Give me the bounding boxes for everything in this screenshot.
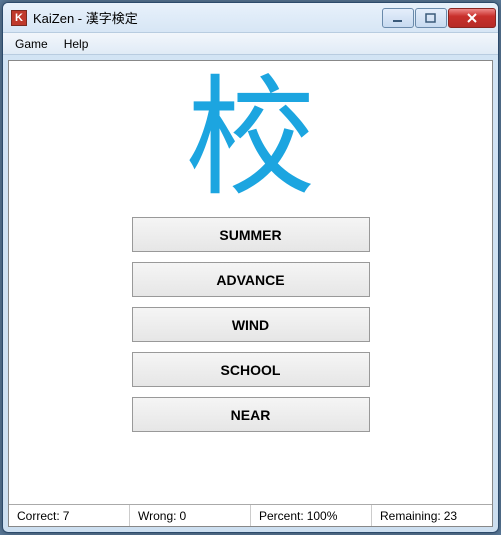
minimize-button[interactable]	[382, 8, 414, 28]
choice-button-1[interactable]: SUMMER	[132, 217, 370, 252]
window-controls	[382, 8, 496, 28]
choice-button-4[interactable]: SCHOOL	[132, 352, 370, 387]
window-title: KaiZen - 漢字検定	[33, 8, 382, 27]
status-bar: Correct: 7 Wrong: 0 Percent: 100% Remain…	[9, 504, 492, 526]
menu-help[interactable]: Help	[56, 33, 97, 54]
status-wrong-value: 0	[179, 509, 186, 523]
maximize-button[interactable]	[415, 8, 447, 28]
kanji-character: 校	[9, 73, 492, 203]
choice-button-3[interactable]: WIND	[132, 307, 370, 342]
status-correct: Correct: 7	[9, 505, 130, 526]
close-button[interactable]	[448, 8, 496, 28]
status-remaining: Remaining: 23	[372, 505, 492, 526]
app-icon: K	[11, 10, 27, 26]
answer-choices: SUMMER ADVANCE WIND SCHOOL NEAR	[9, 211, 492, 504]
menu-game[interactable]: Game	[7, 33, 56, 54]
kanji-display-area: 校	[9, 61, 492, 211]
client-area: 校 SUMMER ADVANCE WIND SCHOOL NEAR Correc…	[8, 60, 493, 527]
menubar: Game Help	[3, 33, 498, 55]
status-percent: Percent: 100%	[251, 505, 372, 526]
titlebar[interactable]: K KaiZen - 漢字検定	[3, 3, 498, 33]
choice-button-5[interactable]: NEAR	[132, 397, 370, 432]
choice-button-2[interactable]: ADVANCE	[132, 262, 370, 297]
status-correct-label: Correct:	[17, 509, 60, 523]
status-percent-label: Percent:	[259, 509, 304, 523]
status-percent-value: 100%	[307, 509, 338, 523]
status-wrong: Wrong: 0	[130, 505, 251, 526]
app-window: K KaiZen - 漢字検定 Game Help 校 SUMMER ADVAN…	[2, 2, 499, 533]
status-correct-value: 7	[63, 509, 70, 523]
status-wrong-label: Wrong:	[138, 509, 176, 523]
status-remaining-label: Remaining:	[380, 509, 441, 523]
status-remaining-value: 23	[444, 509, 457, 523]
